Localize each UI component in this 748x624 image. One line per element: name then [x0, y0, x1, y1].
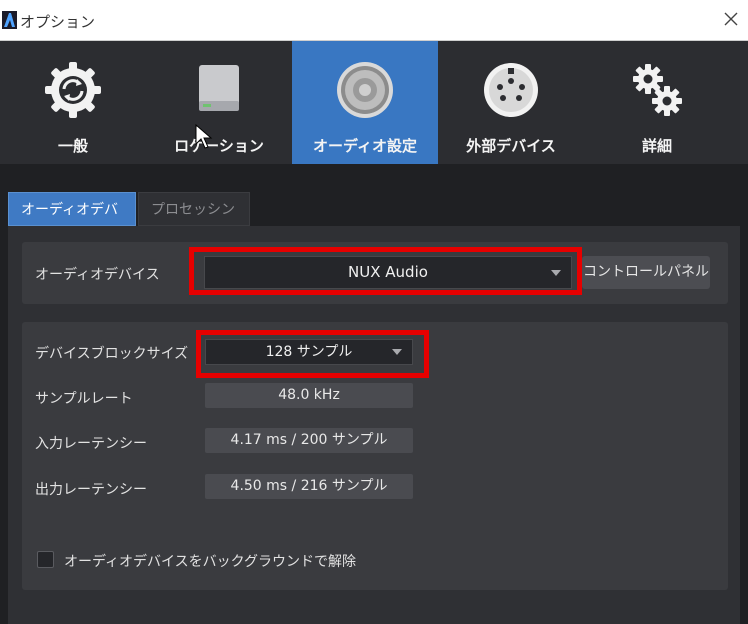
- title-bar: オプション: [0, 0, 748, 41]
- device-settings-panel: デバイスブロックサイズ 128 サンプル サンプルレート 48.0 kHz 入力…: [22, 322, 728, 590]
- tab-processing[interactable]: プロセッシング: [138, 192, 250, 252]
- drive-icon: [188, 59, 250, 121]
- window-title: オプション: [20, 13, 96, 31]
- toolbar-advanced-button[interactable]: 詳細: [584, 41, 730, 164]
- speaker-icon: [334, 59, 396, 121]
- toolbar-location-button[interactable]: ロケーション: [146, 41, 292, 164]
- block-size-value: 128 サンプル: [265, 344, 353, 360]
- output-latency-value: 4.50 ms / 216 サンプル: [205, 474, 413, 499]
- toolbar-location-label: ロケーション: [174, 137, 264, 155]
- close-icon[interactable]: [720, 8, 742, 30]
- toolbar-advanced-label: 詳細: [641, 137, 672, 155]
- toolbar-audio-settings-label: オーディオ設定: [313, 137, 417, 155]
- input-latency-label: 入力レーテンシー: [35, 436, 147, 452]
- gears-icon: [626, 59, 688, 121]
- audio-device-label: オーディオデバイス: [35, 267, 160, 283]
- content-area: オーディオデバイス プロセッシング オーディオデバイス NUX Audio コン…: [0, 164, 748, 624]
- toolbar-external-devices-label: 外部デバイス: [466, 137, 556, 155]
- sample-rate-label: サンプルレート: [35, 391, 133, 407]
- app-logo-icon: [2, 11, 17, 29]
- chevron-down-icon: [392, 349, 402, 355]
- toolbar-audio-settings-button[interactable]: オーディオ設定: [292, 41, 438, 164]
- release-background-label: オーディオデバイスをバックグラウンドで解除: [64, 554, 357, 570]
- tab-audio-device[interactable]: オーディオデバイス: [8, 192, 136, 252]
- options-toolbar: 一般 ロケーション オーディオ設定 外部デバイス 詳細: [0, 41, 748, 164]
- audio-device-dropdown[interactable]: NUX Audio: [204, 256, 572, 289]
- tab-pane: オーディオデバイス NUX Audio コントロールパネル デバイスブロックサイ…: [8, 226, 740, 624]
- toolbar-general-button[interactable]: 一般: [0, 41, 146, 164]
- output-latency-label: 出力レーテンシー: [35, 482, 147, 498]
- block-size-label: デバイスブロックサイズ: [35, 346, 189, 362]
- audio-device-panel: オーディオデバイス NUX Audio コントロールパネル: [22, 242, 728, 304]
- audio-device-value: NUX Audio: [348, 263, 428, 281]
- midi-port-icon: [480, 59, 542, 121]
- input-latency-value: 4.17 ms / 200 サンプル: [205, 428, 413, 453]
- refresh-gear-icon: [42, 59, 104, 121]
- sample-rate-value: 48.0 kHz: [205, 383, 413, 408]
- block-size-dropdown[interactable]: 128 サンプル: [205, 339, 413, 365]
- toolbar-general-label: 一般: [57, 137, 88, 155]
- release-background-checkbox[interactable]: [37, 551, 54, 568]
- toolbar-external-devices-button[interactable]: 外部デバイス: [438, 41, 584, 164]
- control-panel-button[interactable]: コントロールパネル: [582, 256, 710, 289]
- chevron-down-icon: [551, 269, 561, 276]
